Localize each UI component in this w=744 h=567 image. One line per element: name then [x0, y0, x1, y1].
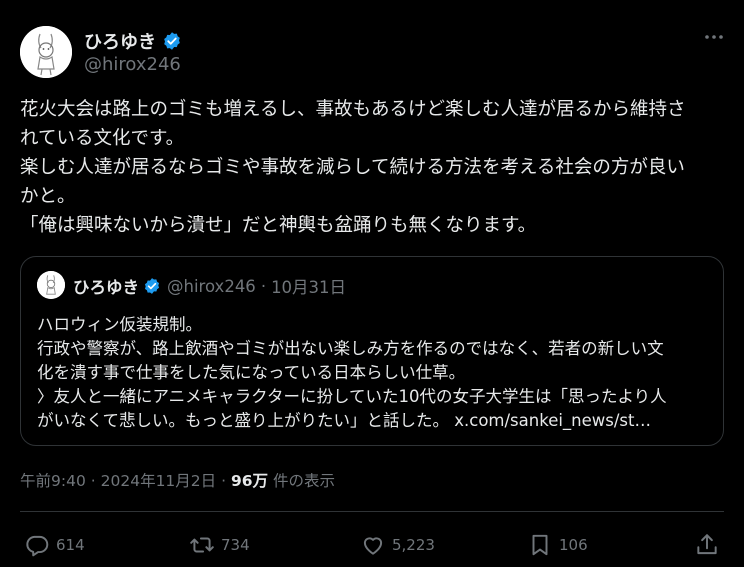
retweet-button[interactable]: 734	[189, 532, 250, 558]
quoted-header: ひろゆき @hirox246 · 10月31日	[73, 274, 346, 298]
verified-badge-icon	[144, 278, 160, 294]
retweet-icon	[190, 537, 214, 553]
tweet-text-line: かと。	[20, 186, 76, 207]
tweet-card: ひろゆき @hirox246 花火大会は路上のゴミも増えるし、事故もあるけど楽し…	[0, 0, 744, 567]
quoted-text-line: 〉友人と一緒にアニメキャラクターに扮していた10代の女子大学生は「思ったより人	[37, 387, 667, 406]
author-handle[interactable]: @hirox246	[84, 54, 181, 75]
heart-icon	[363, 537, 383, 555]
separator-dot: ·	[260, 276, 267, 296]
quoted-tweet[interactable]: ひろゆき @hirox246 · 10月31日 ハロウィン仮装規制。 行政や警察…	[20, 256, 724, 446]
divider	[20, 511, 724, 512]
view-count[interactable]: 96万	[231, 472, 268, 490]
quoted-avatar[interactable]	[37, 271, 65, 299]
post-time[interactable]: 午前9:40	[20, 472, 86, 490]
quoted-text-line: 化を潰す事で仕事をした気になっている日本らしい仕草。	[37, 363, 466, 382]
tweet-text-line: 楽しむ人達が居るならゴミや事故を減らして続ける方法を考える社会の方が良い	[20, 157, 685, 178]
reply-button[interactable]: 614	[24, 532, 85, 558]
more-options-icon[interactable]	[703, 30, 725, 44]
bookmark-count: 106	[559, 536, 588, 554]
quoted-date[interactable]: 10月31日	[271, 274, 346, 298]
quoted-handle[interactable]: @hirox246	[167, 277, 256, 296]
reply-icon	[26, 535, 49, 557]
author-display-name[interactable]: ひろゆき	[84, 28, 156, 54]
tweet-text-line: 「俺は興味ないから潰せ」だと神輿も盆踊りも無くなります。	[20, 215, 537, 236]
post-date[interactable]: 2024年11月2日	[101, 472, 217, 490]
tweet-text-line: れている文化です。	[20, 128, 185, 149]
quoted-text-line: 行政や警察が、路上飲酒やゴミが出ない楽しみ方を作るのではなく、若者の新しい文	[37, 339, 664, 358]
quoted-text-line: がいなくて悲しい。もっと盛り上がりたい」と話した。 x.com/sankei_n…	[37, 411, 652, 430]
tweet-meta: 午前9:40 · 2024年11月2日 · 96万 件の表示	[20, 469, 335, 491]
separator-dot: ·	[221, 472, 227, 490]
quoted-text: ハロウィン仮装規制。 行政や警察が、路上飲酒やゴミが出ない楽しみ方を作るのではな…	[37, 313, 709, 433]
share-icon	[697, 534, 717, 555]
bookmark-button[interactable]: 106	[527, 532, 588, 558]
reply-count: 614	[56, 536, 85, 554]
separator-dot: ·	[90, 472, 96, 490]
like-count: 5,223	[392, 536, 435, 554]
quoted-text-line: ハロウィン仮装規制。	[37, 315, 202, 334]
avatar[interactable]	[20, 26, 72, 78]
quoted-display-name[interactable]: ひろゆき	[73, 274, 139, 298]
verified-badge-icon[interactable]	[162, 31, 182, 51]
avatar-illustration-icon	[37, 271, 65, 299]
retweet-count: 734	[221, 536, 250, 554]
bookmark-icon	[532, 534, 548, 556]
avatar-illustration-icon	[20, 26, 72, 78]
share-button[interactable]	[694, 532, 720, 558]
like-button[interactable]: 5,223	[360, 532, 435, 558]
tweet-text-line: 花火大会は路上のゴミも増えるし、事故もあるけど楽しむ人達が居るから維持さ	[20, 99, 686, 120]
view-count-label: 件の表示	[272, 472, 335, 490]
author-name-row: ひろゆき	[84, 28, 182, 54]
tweet-text: 花火大会は路上のゴミも増えるし、事故もあるけど楽しむ人達が居るから維持さ れてい…	[20, 95, 725, 240]
